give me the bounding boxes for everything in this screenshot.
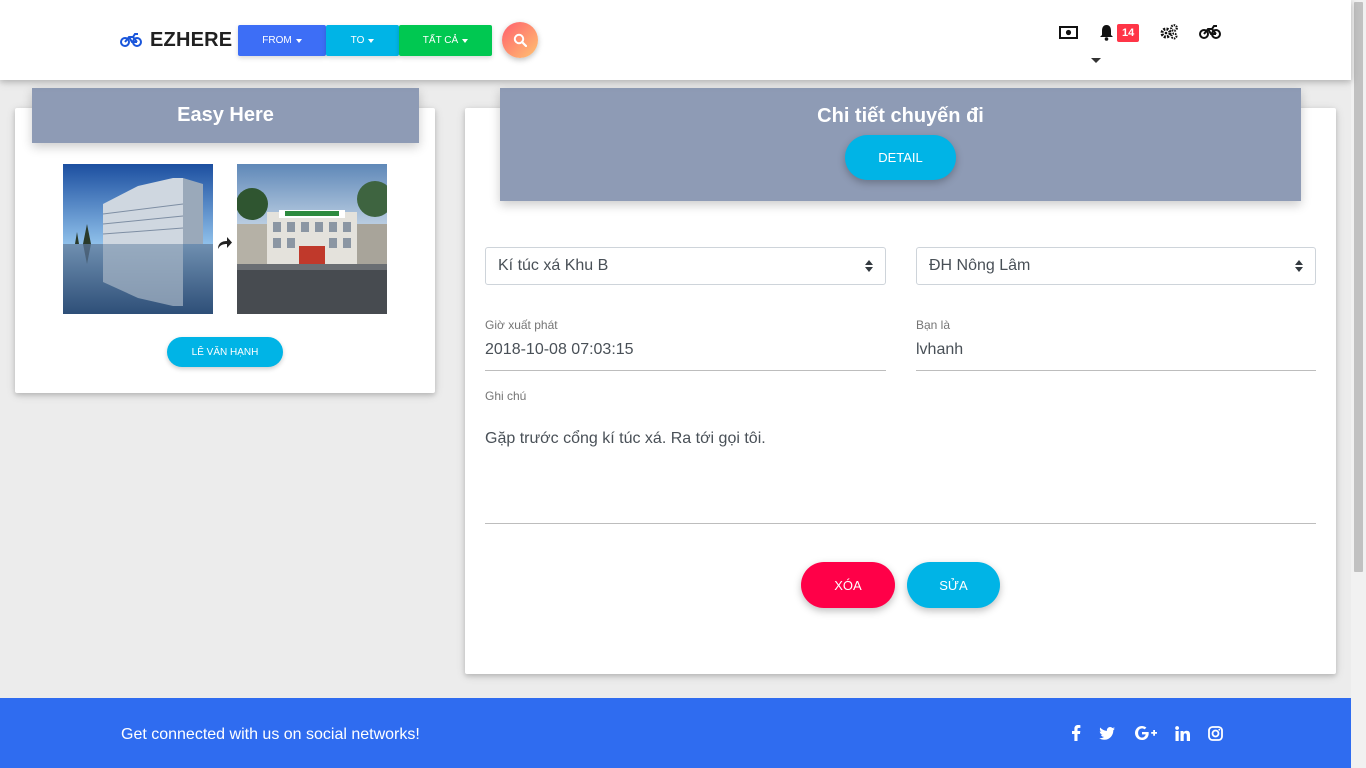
departure-time-label: Giờ xuất phát	[485, 318, 558, 332]
rides-button[interactable]	[1198, 22, 1221, 42]
chevron-down-icon	[368, 38, 375, 43]
money-button[interactable]	[1058, 22, 1078, 42]
brand[interactable]: EZHERE	[120, 28, 232, 52]
route-card-header: Easy Here	[32, 88, 419, 143]
user-label: Bạn là	[916, 318, 951, 332]
motorcycle-icon	[1198, 25, 1221, 39]
motorcycle-icon	[120, 33, 142, 47]
delete-button-label: XÓA	[834, 577, 862, 593]
chevron-down-icon	[462, 38, 469, 43]
select-arrows-icon	[865, 260, 873, 272]
google-plus-icon[interactable]	[1134, 723, 1158, 743]
instagram-icon[interactable]	[1205, 723, 1225, 743]
cogs-icon	[1160, 24, 1178, 40]
notifications-button[interactable]	[1098, 22, 1114, 42]
route-card-title: Easy Here	[177, 104, 274, 126]
note-label: Ghi chú	[485, 389, 527, 403]
scrollbar-thumb[interactable]	[1354, 2, 1363, 572]
from-label: FROM	[262, 35, 292, 46]
departure-time-underline	[485, 370, 886, 371]
all-label: TẤT CẢ	[422, 35, 459, 46]
share-arrow-icon	[218, 237, 232, 249]
destination-select-value: ĐH Nông Lâm	[929, 257, 1031, 274]
destination-photo	[237, 164, 387, 314]
select-arrows-icon	[1295, 260, 1303, 272]
search-icon	[513, 33, 527, 47]
page-scrollbar[interactable]	[1351, 0, 1366, 768]
top-navbar: EZHERE FROM TO TẤT CẢ 14	[0, 0, 1351, 80]
footer: Get connected with us on social networks…	[0, 698, 1351, 768]
departure-time-field[interactable]: 2018-10-08 07:03:15	[485, 341, 634, 359]
edit-button-label: SỬA	[939, 577, 968, 593]
user-underline	[916, 370, 1316, 371]
linkedin-icon[interactable]	[1172, 723, 1192, 743]
user-field[interactable]: lvhanh	[916, 341, 963, 359]
settings-button[interactable]	[1159, 22, 1179, 42]
driver-name-button[interactable]: LÊ VĂN HẠNH	[167, 337, 283, 367]
footer-social-text: Get connected with us on social networks…	[121, 726, 420, 743]
trip-detail-header: Chi tiết chuyến đi DETAIL	[500, 88, 1301, 201]
detail-button-label: DETAIL	[878, 150, 923, 165]
from-dropdown-button[interactable]: FROM	[238, 25, 326, 56]
edit-button[interactable]: SỬA	[907, 562, 1000, 608]
trip-detail-title: Chi tiết chuyến đi	[817, 105, 984, 127]
to-dropdown-button[interactable]: TO	[326, 25, 399, 56]
brand-name: EZHERE	[150, 28, 233, 51]
facebook-icon[interactable]	[1066, 723, 1086, 743]
origin-photo	[63, 164, 213, 314]
destination-select[interactable]: ĐH Nông Lâm	[916, 247, 1316, 285]
chevron-down-icon	[295, 38, 302, 43]
delete-button[interactable]: XÓA	[801, 562, 895, 608]
money-bill-icon	[1058, 25, 1078, 39]
notification-count-badge: 14	[1117, 24, 1140, 42]
origin-select-value: Kí túc xá Khu B	[498, 257, 609, 274]
note-underline	[485, 523, 1316, 524]
driver-name-label: LÊ VĂN HẠNH	[191, 346, 259, 358]
origin-select[interactable]: Kí túc xá Khu B	[485, 247, 886, 285]
bell-icon	[1099, 24, 1113, 41]
all-dropdown-button[interactable]: TẤT CẢ	[399, 25, 492, 56]
caret-down-icon[interactable]	[1091, 58, 1101, 63]
search-button[interactable]	[502, 22, 538, 58]
twitter-icon[interactable]	[1097, 723, 1117, 743]
to-label: TO	[350, 35, 365, 46]
note-textarea[interactable]: Gặp trước cổng kí túc xá. Ra tới gọi tôi…	[485, 430, 766, 448]
detail-button[interactable]: DETAIL	[845, 135, 956, 180]
